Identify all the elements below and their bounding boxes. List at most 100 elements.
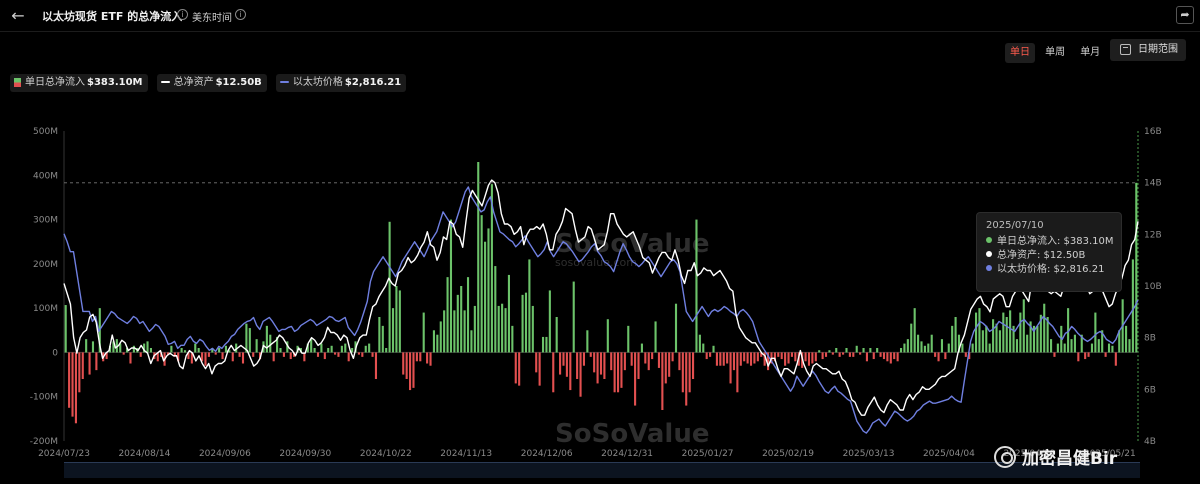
inflow-bar [831, 352, 834, 355]
inflow-bar [968, 352, 971, 360]
inflow-bar [177, 352, 180, 362]
inflow-bar [323, 352, 326, 360]
inflow-bar [589, 352, 592, 357]
inflow-bar [674, 303, 678, 353]
inflow-bar [361, 352, 364, 357]
inflow-bar [371, 352, 374, 357]
x-tick-label: 2024/12/31 [601, 449, 653, 459]
inflow-bar [1101, 330, 1104, 353]
inflow-bar [296, 345, 299, 353]
inflow-bar [606, 319, 609, 353]
inflow-bar [545, 336, 548, 353]
inflow-bar [743, 352, 746, 362]
inflow-bar [1107, 343, 1111, 353]
x-tick-label: 2025/02/19 [762, 449, 814, 459]
inflow-bar [1087, 352, 1090, 357]
inflow-bar [835, 348, 838, 353]
range-navigator[interactable] [64, 462, 1140, 478]
inflow-bar [1005, 317, 1008, 353]
inflow-bar [998, 330, 1001, 353]
inflow-bar [279, 348, 282, 353]
line-swatch-icon [279, 81, 289, 83]
x-tick-label: 2024/12/06 [521, 449, 573, 459]
inflow-bar [136, 348, 139, 353]
range-daily-button[interactable]: 单日 [1005, 43, 1035, 63]
legend-item-net-assets[interactable]: 总净资产 $12.50B [156, 74, 267, 92]
inflow-bar [412, 352, 415, 388]
range-weekly-button[interactable]: 单周 [1040, 43, 1070, 63]
inflow-bar [855, 345, 858, 353]
legend-value: $2,816.21 [344, 77, 402, 88]
inflow-bar [821, 352, 824, 360]
inflow-bar [913, 308, 916, 353]
right-tick-label: 4B [1144, 437, 1156, 447]
inflow-bar [746, 352, 749, 364]
inflow-bar [453, 310, 456, 353]
share-icon[interactable]: ➦ [1176, 6, 1194, 24]
inflow-bar [235, 343, 238, 353]
inflow-bar [715, 352, 718, 366]
inflow-bar [1131, 259, 1134, 353]
inflow-bar [344, 343, 347, 353]
inflow-bar [995, 323, 998, 353]
inflow-bar [814, 352, 817, 362]
weibo-logo-icon [994, 446, 1016, 468]
inflow-bar [807, 352, 811, 366]
inflow-bar [1128, 339, 1131, 353]
inflow-bar [705, 352, 708, 360]
x-tick-label: 2024/09/30 [279, 449, 331, 459]
inflow-bar [105, 352, 108, 360]
inflow-bar [535, 352, 538, 373]
inflow-bar [490, 184, 493, 353]
legend-item-net-inflow[interactable]: 单日总净流入 $383.10M [10, 74, 148, 92]
inflow-bar [801, 352, 804, 368]
dot-icon [986, 237, 992, 243]
inflow-bar [422, 312, 425, 353]
watermark-logo-text: SoSoValue [555, 229, 709, 259]
inflow-bar [712, 345, 715, 353]
x-tick-label: 2025/04/04 [923, 449, 975, 459]
inflow-bar [460, 286, 463, 353]
inflow-bar [98, 308, 101, 353]
inflow-bar [405, 352, 408, 379]
inflow-bar [528, 259, 531, 353]
inflow-bar [576, 352, 579, 379]
tooltip-text: 单日总净流入: $383.10M [997, 236, 1114, 247]
timezone-info-icon[interactable]: i [235, 9, 246, 20]
inflow-bar [286, 341, 289, 353]
inflow-bar [419, 352, 422, 362]
inflow-bar [770, 352, 773, 364]
inflow-bar [917, 334, 920, 353]
inflow-bar [143, 343, 146, 353]
inflow-bar [269, 334, 272, 353]
inflow-bar [289, 352, 292, 360]
inflow-bar [661, 352, 664, 410]
inflow-bar [777, 352, 780, 357]
date-range-button[interactable]: 日期范围 [1110, 39, 1186, 61]
inflow-bar [992, 319, 995, 353]
inflow-bar [149, 348, 152, 353]
inflow-bar [1039, 314, 1042, 353]
inflow-bar [961, 343, 964, 353]
right-tick-label: 6B [1144, 385, 1156, 395]
inflow-bar [616, 352, 620, 393]
inflow-bar [1046, 317, 1049, 353]
inflow-bar [988, 343, 991, 353]
inflow-bar [981, 330, 984, 353]
inflow-bar [1135, 182, 1138, 353]
arrow-left-icon[interactable]: ← [8, 6, 28, 26]
inflow-bar [1073, 334, 1076, 353]
info-icon[interactable]: i [177, 9, 188, 20]
inflow-bar [507, 274, 510, 353]
inflow-bar [1097, 339, 1100, 353]
inflow-bar [432, 330, 435, 353]
legend-item-eth-price[interactable]: 以太坊价格 $2,816.21 [275, 74, 407, 92]
inflow-bar [132, 345, 135, 353]
inflow-bar [593, 352, 596, 373]
inflow-bar [409, 352, 412, 391]
inflow-bar [207, 352, 210, 357]
inflow-bar [374, 352, 378, 379]
inflow-bar [330, 345, 333, 353]
inflow-bar [869, 348, 872, 353]
range-monthly-button[interactable]: 单月 [1075, 43, 1105, 63]
